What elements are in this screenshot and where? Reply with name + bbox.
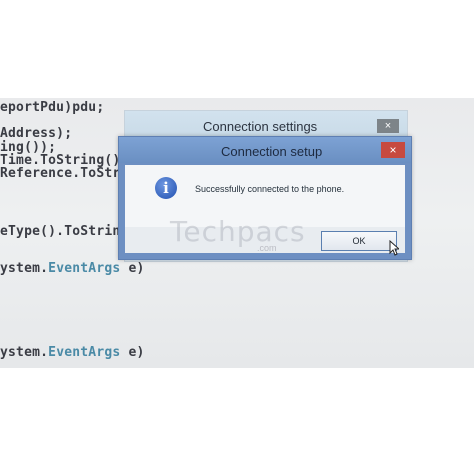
window-titlebar[interactable]: Connection settings × (125, 111, 407, 137)
dialog-title: Connection setup (221, 144, 323, 159)
code-line: eportPdu)pdu; (0, 100, 105, 115)
info-icon: i (155, 177, 177, 199)
close-icon[interactable]: × (381, 142, 405, 158)
window-title: Connection settings (203, 119, 318, 134)
ok-button[interactable]: OK (321, 231, 397, 251)
code-line: Reference.ToStri (0, 166, 129, 181)
dialog-message: Successfully connected to the phone. (195, 184, 345, 194)
close-icon[interactable]: × (377, 119, 399, 133)
code-token: e) (120, 345, 145, 360)
code-line: Address); (0, 126, 73, 141)
code-line: ystem.EventArgs e) (0, 345, 145, 360)
dialog-titlebar[interactable]: Connection setup × (119, 137, 411, 163)
mouse-pointer-icon (389, 240, 399, 256)
code-keyword: EventArgs (48, 345, 121, 360)
code-line: ystem.EventArgs e) (0, 261, 145, 276)
code-line: eType().ToString( (0, 224, 137, 239)
code-token: ystem. (0, 345, 49, 360)
watermark-logo: Techpacs (170, 215, 306, 248)
code-token: ystem. (0, 261, 49, 276)
code-token: e) (120, 261, 145, 276)
code-keyword: EventArgs (48, 261, 121, 276)
watermark-logo-suffix: .com (257, 243, 277, 253)
